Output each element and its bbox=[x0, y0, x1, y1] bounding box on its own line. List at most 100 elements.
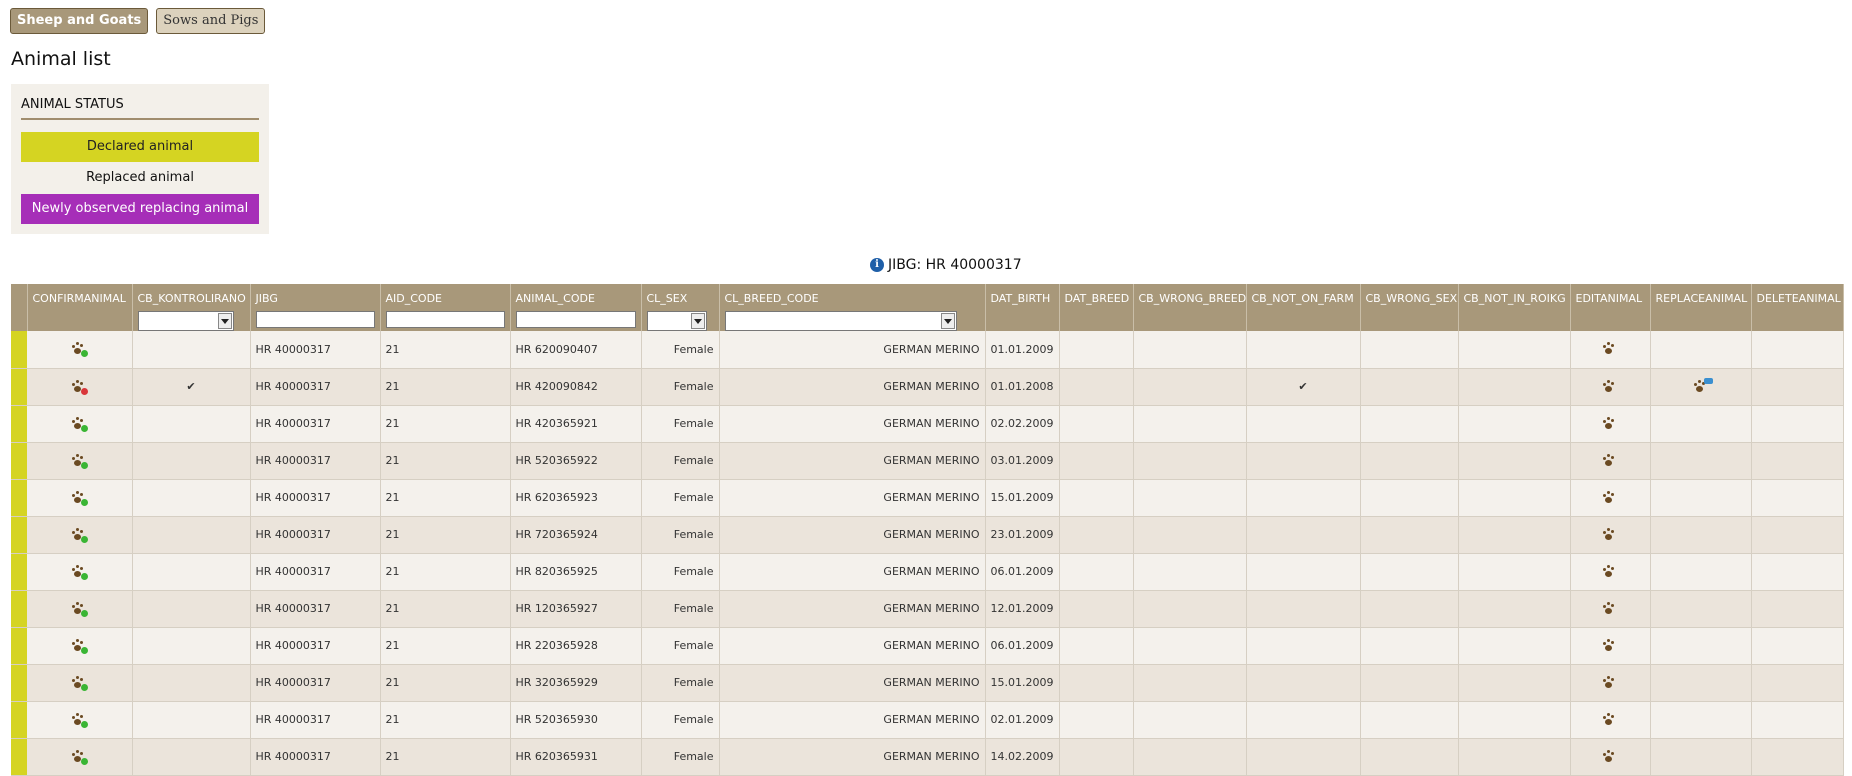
column-header-cl-breed-code[interactable]: CL_BREED_CODE bbox=[719, 284, 986, 331]
cell-editanimal[interactable] bbox=[1570, 442, 1651, 480]
paw-confirm-icon[interactable] bbox=[71, 712, 89, 728]
table-row[interactable]: HR 40000317 21 HR 620365931 Female GERMAN ME… bbox=[11, 738, 1844, 776]
cell-confirmanimal[interactable] bbox=[27, 368, 133, 406]
table-row[interactable]: HR 40000317 21 HR 520365930 Female GERMAN ME… bbox=[11, 701, 1844, 739]
table-row[interactable]: HR 40000317 21 HR 520365922 Female GERMAN ME… bbox=[11, 442, 1844, 480]
cell-cb-not-on-farm bbox=[1246, 442, 1361, 480]
cell-editanimal[interactable] bbox=[1570, 553, 1651, 591]
filter-cl-sex[interactable] bbox=[646, 311, 707, 331]
cell-jibg: HR 40000317 bbox=[250, 442, 381, 480]
table-row[interactable]: HR 40000317 21 HR 620090407 Female GERMAN ME… bbox=[11, 331, 1844, 369]
column-header-cb-not-in-roikg[interactable]: CB_NOT_IN_ROIKG bbox=[1458, 284, 1571, 331]
paw-edit-icon[interactable] bbox=[1602, 601, 1618, 616]
paw-edit-icon[interactable] bbox=[1602, 379, 1618, 394]
filter-cb-kontrolirano[interactable] bbox=[137, 311, 234, 331]
paw-edit-icon[interactable] bbox=[1602, 453, 1618, 468]
cell-confirmanimal[interactable] bbox=[27, 405, 133, 443]
paw-confirm-icon[interactable] bbox=[71, 564, 89, 580]
cell-editanimal[interactable] bbox=[1570, 701, 1651, 739]
paw-confirm-icon[interactable] bbox=[71, 527, 89, 543]
filter-aid-code[interactable] bbox=[385, 311, 505, 328]
cell-replaceanimal[interactable] bbox=[1650, 368, 1752, 406]
paw-confirm-icon[interactable] bbox=[71, 342, 89, 358]
column-header-cb-kontrolirano[interactable]: CB_KONTROLIRANO bbox=[132, 284, 251, 331]
table-row[interactable]: ✔ HR 40000317 21 HR 420090842 Female GERMAN M… bbox=[11, 368, 1844, 406]
column-header-replaceanimal[interactable]: REPLACEANIMAL bbox=[1650, 284, 1752, 331]
column-header-deleteanimal[interactable]: DELETEANIMAL bbox=[1751, 284, 1844, 331]
cell-editanimal[interactable] bbox=[1570, 405, 1651, 443]
cell-jibg: HR 40000317 bbox=[250, 664, 381, 702]
column-header-cl-sex[interactable]: CL_SEX bbox=[641, 284, 720, 331]
cell-editanimal[interactable] bbox=[1570, 331, 1651, 369]
paw-edit-icon[interactable] bbox=[1602, 490, 1618, 505]
column-header-jibg[interactable]: JIBG bbox=[250, 284, 381, 331]
cell-editanimal[interactable] bbox=[1570, 627, 1651, 665]
cell-confirmanimal[interactable] bbox=[27, 664, 133, 702]
table-row[interactable]: HR 40000317 21 HR 220365928 Female GERMAN ME… bbox=[11, 627, 1844, 665]
paw-edit-icon[interactable] bbox=[1602, 564, 1618, 579]
paw-edit-icon[interactable] bbox=[1602, 527, 1618, 542]
cell-cl-sex: Female bbox=[641, 516, 720, 554]
chevron-down-icon[interactable] bbox=[940, 313, 955, 329]
cell-aid-code: 21 bbox=[380, 405, 511, 443]
cell-confirmanimal[interactable] bbox=[27, 553, 133, 591]
cell-confirmanimal[interactable] bbox=[27, 627, 133, 665]
paw-edit-icon[interactable] bbox=[1602, 342, 1618, 356]
cell-editanimal[interactable] bbox=[1570, 590, 1651, 628]
table-row[interactable]: HR 40000317 21 HR 720365924 Female GERMAN ME… bbox=[11, 516, 1844, 554]
filter-animal-code[interactable] bbox=[515, 311, 636, 328]
filter-jibg[interactable] bbox=[255, 311, 375, 328]
cell-editanimal[interactable] bbox=[1570, 738, 1651, 776]
cell-cb-not-in-roikg bbox=[1458, 331, 1571, 369]
tab-sows-and-pigs[interactable]: Sows and Pigs bbox=[156, 8, 266, 34]
paw-unconfirm-icon[interactable] bbox=[71, 379, 89, 395]
paw-confirm-icon[interactable] bbox=[71, 490, 89, 506]
paw-confirm-icon[interactable] bbox=[71, 638, 89, 654]
paw-confirm-icon[interactable] bbox=[71, 749, 89, 765]
cell-confirmanimal[interactable] bbox=[27, 516, 133, 554]
cell-aid-code: 21 bbox=[380, 331, 511, 369]
paw-replace-icon[interactable] bbox=[1693, 377, 1713, 394]
column-header-cb-not-on-farm[interactable]: CB_NOT_ON_FARM bbox=[1246, 284, 1361, 331]
cell-editanimal[interactable] bbox=[1570, 516, 1651, 554]
cell-confirmanimal[interactable] bbox=[27, 590, 133, 628]
table-row[interactable]: HR 40000317 21 HR 820365925 Female GERMAN ME… bbox=[11, 553, 1844, 591]
table-row[interactable]: HR 40000317 21 HR 120365927 Female GERMAN ME… bbox=[11, 590, 1844, 628]
paw-edit-icon[interactable] bbox=[1602, 749, 1618, 764]
cell-confirmanimal[interactable] bbox=[27, 701, 133, 739]
column-header-animal-code[interactable]: ANIMAL_CODE bbox=[510, 284, 642, 331]
column-header-dat-breed[interactable]: DAT_BREED bbox=[1059, 284, 1134, 331]
column-header-editanimal[interactable]: EDITANIMAL bbox=[1570, 284, 1651, 331]
cell-cb-wrong-sex bbox=[1360, 664, 1459, 702]
cell-confirmanimal[interactable] bbox=[27, 479, 133, 517]
cell-editanimal[interactable] bbox=[1570, 368, 1651, 406]
column-header-cb-wrong-sex[interactable]: CB_WRONG_SEX bbox=[1360, 284, 1459, 331]
cell-confirmanimal[interactable] bbox=[27, 442, 133, 480]
paw-confirm-icon[interactable] bbox=[71, 416, 89, 432]
table-row[interactable]: HR 40000317 21 HR 420365921 Female GERMAN ME… bbox=[11, 405, 1844, 443]
column-header-confirmanimal[interactable]: CONFIRMANIMAL bbox=[27, 284, 133, 331]
column-header-dat-birth[interactable]: DAT_BIRTH bbox=[985, 284, 1060, 331]
paw-edit-icon[interactable] bbox=[1602, 712, 1618, 727]
paw-edit-icon[interactable] bbox=[1602, 638, 1618, 653]
table-row[interactable]: HR 40000317 21 HR 320365929 Female GERMAN ME… bbox=[11, 664, 1844, 702]
cell-cb-wrong-sex bbox=[1360, 442, 1459, 480]
chevron-down-icon[interactable] bbox=[690, 313, 705, 329]
paw-edit-icon[interactable] bbox=[1602, 675, 1618, 690]
tab-sheep-and-goats[interactable]: Sheep and Goats bbox=[10, 8, 149, 34]
column-header-cb-wrong-breed[interactable]: CB_WRONG_BREED bbox=[1133, 284, 1247, 331]
column-header-aid-code[interactable]: AID_CODE bbox=[380, 284, 511, 331]
cell-confirmanimal[interactable] bbox=[27, 738, 133, 776]
chevron-down-icon[interactable] bbox=[217, 313, 232, 329]
cell-editanimal[interactable] bbox=[1570, 664, 1651, 702]
cell-cb-kontrolirano bbox=[132, 664, 251, 702]
cell-confirmanimal[interactable] bbox=[27, 331, 133, 369]
cell-editanimal[interactable] bbox=[1570, 479, 1651, 517]
paw-confirm-icon[interactable] bbox=[71, 675, 89, 691]
paw-confirm-icon[interactable] bbox=[71, 601, 89, 617]
paw-edit-icon[interactable] bbox=[1602, 416, 1618, 431]
table-row[interactable]: HR 40000317 21 HR 620365923 Female GERMAN ME… bbox=[11, 479, 1844, 517]
cell-dat-breed bbox=[1059, 627, 1134, 665]
paw-confirm-icon[interactable] bbox=[71, 453, 89, 469]
filter-cl-breed-code[interactable] bbox=[724, 311, 957, 331]
